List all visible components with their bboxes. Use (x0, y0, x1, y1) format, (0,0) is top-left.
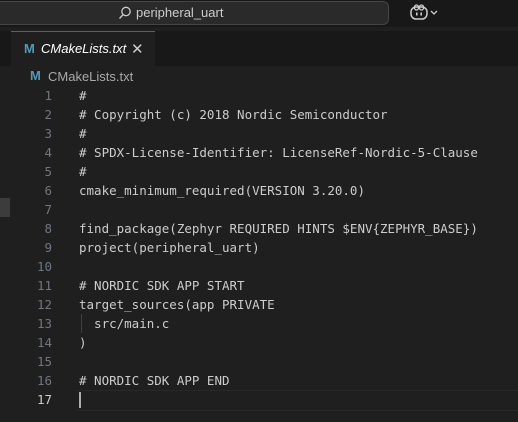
code-line: 16 # NORDIC SDK APP END (0, 371, 518, 390)
line-number: 9 (44, 240, 52, 255)
text-cursor (79, 392, 81, 408)
code-text: find_package(Zephyr REQUIRED HINTS $ENV{… (79, 221, 478, 236)
line-number: 14 (36, 335, 52, 350)
code-line: 9 project(peripheral_uart) (0, 238, 518, 257)
chevron-down-icon (430, 10, 438, 15)
line-number: 17 (36, 392, 52, 407)
code-line: 13 src/main.c (0, 314, 518, 333)
search-text: peripheral_uart (136, 5, 224, 20)
close-icon[interactable]: ✕ (131, 40, 144, 58)
code-text: cmake_minimum_required(VERSION 3.20.0) (79, 183, 365, 198)
code-text: # Copyright (c) 2018 Nordic Semiconducto… (79, 107, 388, 122)
code-line: 5 # (0, 162, 518, 181)
code-line: 6 cmake_minimum_required(VERSION 3.20.0) (0, 181, 518, 200)
code-text: # NORDIC SDK APP START (79, 278, 245, 293)
line-number: 16 (36, 373, 52, 388)
command-center-search[interactable]: peripheral_uart (0, 1, 389, 25)
tab-label: CMakeLists.txt (41, 41, 127, 56)
code-line: 7 (0, 200, 518, 219)
code-line: 14 ) (0, 333, 518, 352)
line-number: 13 (36, 316, 52, 331)
code-text: # (79, 126, 87, 141)
tab-cmakelists[interactable]: M CMakeLists.txt ✕ (11, 31, 155, 67)
code-line: 11 # NORDIC SDK APP START (0, 276, 518, 295)
current-line[interactable]: 17 (0, 390, 518, 411)
code-line: 4 # SPDX-License-Identifier: LicenseRef-… (0, 143, 518, 162)
line-number: 11 (36, 278, 52, 293)
code-text: # (79, 88, 87, 103)
line-number: 8 (44, 221, 52, 236)
code-line: 10 (0, 257, 518, 276)
breadcrumb: M CMakeLists.txt (0, 66, 518, 88)
code-line: 3 # (0, 124, 518, 143)
breadcrumb-file[interactable]: CMakeLists.txt (48, 69, 133, 84)
code-text: src/main.c (79, 316, 170, 331)
title-bar: peripheral_uart (0, 0, 518, 27)
line-number: 3 (44, 126, 52, 141)
line-number: 4 (44, 145, 52, 160)
code-line: 2 # Copyright (c) 2018 Nordic Semiconduc… (0, 105, 518, 124)
line-number: 12 (36, 297, 52, 312)
line-number: 7 (44, 202, 52, 217)
code-text: target_sources(app PRIVATE (79, 297, 275, 312)
code-line: 8 find_package(Zephyr REQUIRED HINTS $EN… (0, 219, 518, 238)
code-line: 12 target_sources(app PRIVATE (0, 295, 518, 314)
editor-tab-bar: M CMakeLists.txt ✕ (0, 31, 518, 67)
code-text: project(peripheral_uart) (79, 240, 260, 255)
search-icon (118, 6, 131, 19)
line-number: 6 (44, 183, 52, 198)
line-number: 10 (36, 259, 52, 274)
code-text: # SPDX-License-Identifier: LicenseRef-No… (79, 145, 478, 160)
line-number: 5 (44, 164, 52, 179)
cmake-file-icon: M (30, 68, 41, 83)
line-number: 2 (44, 107, 52, 122)
code-line: 15 (0, 352, 518, 371)
line-number: 15 (36, 354, 52, 369)
code-text: # (79, 164, 87, 179)
code-editor[interactable]: 1 # 2 # Copyright (c) 2018 Nordic Semico… (0, 86, 518, 422)
code-line: 1 # (0, 86, 518, 105)
code-text: # NORDIC SDK APP END (79, 373, 230, 388)
code-text: ) (79, 335, 87, 350)
current-line-highlight (76, 390, 518, 411)
line-number: 1 (44, 88, 52, 103)
copilot-icon[interactable] (410, 4, 440, 22)
cmake-file-icon: M (24, 41, 35, 56)
